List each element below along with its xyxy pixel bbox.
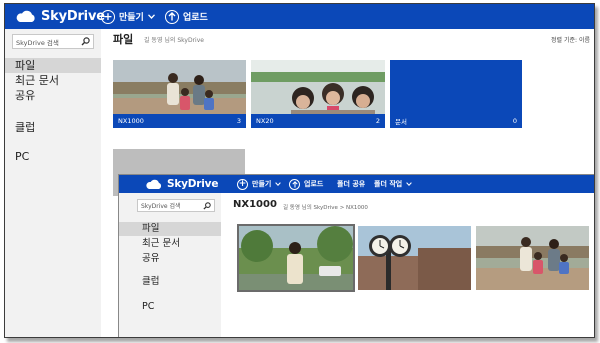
search-placeholder: SkyDrive 검색 xyxy=(141,203,181,210)
upload-arrow-icon xyxy=(165,9,179,24)
sidebar-item-files[interactable]: 파일 xyxy=(119,222,221,236)
share-folder-label: 폴더 공유 xyxy=(337,180,366,188)
photo-image xyxy=(358,226,471,290)
skydrive-cloud-icon xyxy=(16,10,35,22)
folder-actions-label: 폴더 작업 xyxy=(374,180,403,188)
upload-label: 업로드 xyxy=(304,180,324,188)
app-window: SkyDrive + 만들기 업로드 SkyDrive 검색 파일 최근 문서 … xyxy=(4,3,595,338)
upload-button[interactable]: 업로드 xyxy=(165,7,208,26)
search-input[interactable]: SkyDrive 검색 xyxy=(12,34,94,49)
tile-name: 문서 xyxy=(395,118,407,126)
plus-circle-icon: + xyxy=(237,178,248,190)
create-label: 만들기 xyxy=(252,180,272,188)
overlay-window: SkyDrive + 만들기 업로드 폴더 공유 폴더 작업 SkyDrive … xyxy=(118,174,594,337)
upload-button[interactable]: 업로드 xyxy=(289,176,323,192)
app-title: SkyDrive xyxy=(167,178,219,190)
tile-label-bar: 문서 0 xyxy=(390,114,522,128)
sidebar-item-shared[interactable]: 공유 xyxy=(119,252,221,266)
upload-label: 업로드 xyxy=(183,13,208,23)
sidebar-item-shared[interactable]: 공유 xyxy=(5,88,101,103)
search-icon[interactable] xyxy=(203,202,211,210)
app-title: SkyDrive xyxy=(41,9,105,24)
tile-name: NX1000 xyxy=(118,117,144,125)
create-label: 만들기 xyxy=(119,13,144,23)
tile-count: 3 xyxy=(236,117,241,125)
sidebar-item-club[interactable]: 클럽 xyxy=(5,120,101,135)
chevron-down-icon xyxy=(275,182,282,186)
sidebar-item-recent[interactable]: 최근 문서 xyxy=(5,73,101,88)
search-placeholder: SkyDrive 검색 xyxy=(16,38,59,47)
folder-tile-nx20[interactable]: NX20 2 xyxy=(251,60,385,128)
sidebar-item-files[interactable]: 파일 xyxy=(5,58,101,73)
photo-image xyxy=(476,226,589,290)
breadcrumb[interactable]: 길 동영 님의 SkyDrive xyxy=(144,35,204,44)
folder-tile-documents[interactable]: 문서 0 xyxy=(390,60,522,128)
search-icon[interactable] xyxy=(81,37,90,46)
photo-image xyxy=(239,226,353,290)
tile-label-bar: NX20 2 xyxy=(251,114,385,128)
page-title: 파일 xyxy=(113,33,134,46)
skydrive-cloud-icon xyxy=(146,179,162,189)
search-input[interactable]: SkyDrive 검색 xyxy=(137,199,215,212)
folder-actions-button[interactable]: 폴더 작업 xyxy=(374,176,412,192)
plus-circle-icon: + xyxy=(101,9,115,24)
photo-thumbnail[interactable] xyxy=(237,224,355,292)
folder-title: NX1000 xyxy=(233,199,277,210)
top-bar: SkyDrive + 만들기 업로드 폴더 공유 폴더 작업 xyxy=(119,175,594,193)
skydrive-logo[interactable]: SkyDrive xyxy=(15,7,105,26)
create-button[interactable]: + 만들기 xyxy=(237,176,282,192)
folder-tile-nx1000[interactable]: NX1000 3 xyxy=(113,60,246,128)
create-button[interactable]: + 만들기 xyxy=(101,7,155,26)
sidebar-item-pc[interactable]: PC xyxy=(5,149,101,164)
tile-name: NX20 xyxy=(256,117,274,125)
sidebar: SkyDrive 검색 파일 최근 문서 공유 클럽 PC xyxy=(119,193,221,337)
chevron-down-icon xyxy=(406,182,412,186)
sidebar-item-pc[interactable]: PC xyxy=(119,300,221,314)
sort-selector[interactable]: 정렬 기준: 이름 xyxy=(551,35,590,44)
skydrive-logo[interactable]: SkyDrive xyxy=(145,176,218,192)
photo-thumbnail[interactable] xyxy=(358,226,471,290)
upload-arrow-icon xyxy=(289,178,300,190)
tile-count: 0 xyxy=(512,117,517,125)
breadcrumb[interactable]: 길 동영 님의 SkyDrive > NX1000 xyxy=(283,203,368,211)
tile-count: 2 xyxy=(375,117,380,125)
top-bar: SkyDrive + 만들기 업로드 xyxy=(5,4,594,29)
share-folder-button[interactable]: 폴더 공유 xyxy=(337,176,365,192)
tile-label-bar: NX1000 3 xyxy=(113,114,246,128)
chevron-down-icon xyxy=(147,14,155,19)
photo-thumbnail[interactable] xyxy=(476,226,589,290)
sidebar: SkyDrive 검색 파일 최근 문서 공유 클럽 PC xyxy=(5,29,101,337)
sidebar-item-club[interactable]: 클럽 xyxy=(119,275,221,289)
sidebar-item-recent[interactable]: 최근 문서 xyxy=(119,237,221,251)
